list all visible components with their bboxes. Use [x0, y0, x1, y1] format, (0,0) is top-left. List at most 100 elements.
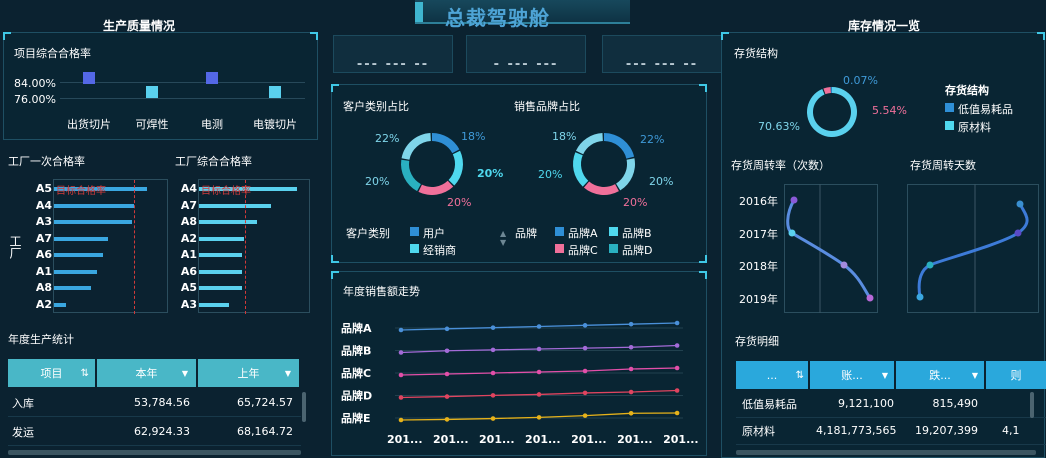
column-header-drop[interactable]: 跌... ▼	[896, 361, 986, 389]
customer-pie-label: 18%	[461, 130, 486, 143]
pass-rate-marker	[269, 86, 281, 98]
trend-point	[444, 348, 450, 354]
factory-total-category: A8	[180, 215, 197, 228]
pass-rate-marker	[146, 86, 158, 98]
factory-first-bar	[54, 203, 135, 208]
factory-total-bar	[199, 236, 244, 241]
factory-first-bar	[54, 236, 108, 241]
annual-table-scrollbar[interactable]	[302, 392, 306, 422]
customer-legend-label[interactable]: 经销商	[423, 242, 456, 258]
trend-point	[628, 410, 634, 416]
table-row[interactable]: 低值易耗品 9,121,100 815,490	[736, 390, 1046, 418]
trend-x-label: 201...	[571, 433, 607, 446]
annual-table-hscrollbar[interactable]	[8, 450, 301, 455]
factory-first-category: A3	[35, 215, 52, 228]
kpi-card-2: - --- ---	[466, 35, 586, 73]
factory-first-bar	[54, 302, 66, 307]
structure-legend-label[interactable]: 低值易耗品	[958, 101, 1013, 117]
factory-total-bar	[199, 302, 229, 307]
column-header-last-year[interactable]: 上年 ▼	[198, 359, 301, 387]
sort-icon[interactable]: ⇅	[796, 370, 804, 381]
factory-first-category: A7	[35, 231, 52, 245]
year-label: 2018年	[739, 260, 778, 273]
pie-slice	[432, 133, 460, 154]
trend-point	[628, 321, 634, 327]
legend-scroll-arrows[interactable]: ▲ ▼	[500, 229, 506, 247]
turnover-rate-chart	[786, 184, 874, 313]
trend-series-label: 品牌E	[341, 411, 371, 425]
trend-point	[398, 372, 404, 378]
trend-point	[398, 417, 404, 423]
factory-first-category: A1	[35, 264, 52, 278]
factory-total-target-label: 目标合格率	[201, 186, 251, 197]
brand-legend-label[interactable]: 品牌C	[568, 242, 598, 258]
customer-legend-label[interactable]: 用户	[423, 225, 445, 241]
dropdown-icon[interactable]: ▼	[182, 369, 188, 378]
pass-rate-ylabel-low: 76.00%	[14, 93, 56, 106]
column-header-name[interactable]: ... ⇅	[736, 361, 810, 389]
customer-legend-title: 客户类别	[346, 227, 390, 240]
brand-legend-label[interactable]: 品牌D	[622, 242, 652, 258]
trend-point	[536, 346, 542, 352]
structure-label: 70.63%	[758, 120, 800, 133]
kpi-card-3: --- --- --	[602, 35, 722, 73]
trend-series-label: 品牌A	[341, 321, 372, 335]
structure-label: 0.07%	[843, 74, 878, 87]
inventory-structure-donut	[807, 87, 857, 137]
column-header-this-year[interactable]: 本年 ▼	[97, 359, 198, 387]
brand-legend-label[interactable]: 品牌A	[568, 225, 598, 241]
factory-total-target-line	[245, 180, 246, 314]
trend-point	[490, 325, 496, 330]
table-row[interactable]: 原材料 4,181,773,565 19,207,399 4,1	[736, 417, 1046, 445]
table-row[interactable]: 发运 62,924.33 68,164.72	[8, 418, 301, 446]
detail-table-scrollbar[interactable]	[1030, 392, 1034, 418]
annual-table-header: 项目 ⇅ 本年 ▼ 上年 ▼	[8, 359, 301, 387]
sort-icon[interactable]: ⇅	[81, 368, 89, 379]
pass-rate-title: 项目综合合格率	[14, 47, 91, 60]
pie-slice	[583, 181, 619, 195]
turnover-days-point	[926, 261, 934, 269]
detail-table-header: ... ⇅ 账... ▼ 跌... ▼ 则	[736, 361, 1046, 389]
column-header-item[interactable]: 项目 ⇅	[8, 359, 97, 387]
pie-slice	[823, 87, 831, 95]
factory-total-category: A7	[180, 198, 197, 212]
inventory-detail-title: 存货明细	[735, 335, 779, 348]
turnover-days-point	[1016, 200, 1024, 208]
dropdown-icon[interactable]: ▼	[882, 371, 888, 380]
structure-legend-swatch	[945, 121, 954, 130]
column-header-extra[interactable]: 则	[986, 361, 1046, 389]
pass-rate-ylabel-high: 84.00%	[14, 77, 56, 90]
structure-legend-label[interactable]: 原材料	[958, 119, 991, 135]
dropdown-icon[interactable]: ▼	[972, 371, 978, 380]
trend-point	[536, 324, 542, 329]
pass-rate-gridline	[60, 82, 305, 83]
trend-point	[444, 371, 450, 377]
factory-first-category: A4	[35, 198, 52, 212]
brand-pie-label: 22%	[640, 133, 665, 146]
annual-production-title: 年度生产统计	[8, 333, 74, 346]
trend-x-label: 201...	[479, 433, 515, 446]
pass-rate-label: 电测	[201, 118, 223, 131]
customer-pie-label: 20%	[477, 167, 504, 180]
factory-first-bar	[54, 220, 133, 224]
brand-pie-label: 20%	[649, 175, 674, 188]
factory-total-category: A6	[180, 264, 197, 278]
trend-point	[628, 344, 634, 350]
trend-x-label: 201...	[387, 433, 423, 446]
customer-pie-label: 20%	[365, 175, 390, 188]
brand-pie-label: 20%	[538, 168, 563, 181]
factory-total-category: A5	[180, 281, 197, 294]
dropdown-icon[interactable]: ▼	[285, 369, 291, 378]
turnover-rate-point	[788, 229, 796, 237]
column-header-book[interactable]: 账... ▼	[810, 361, 896, 389]
detail-table-hscrollbar[interactable]	[736, 450, 1036, 455]
pie-slice	[830, 87, 832, 94]
turnover-days-point	[916, 293, 924, 301]
trend-point	[490, 393, 496, 398]
year-label: 2017年	[739, 228, 778, 241]
turnover-days-line	[917, 203, 1029, 298]
trend-point	[398, 350, 404, 355]
year-label: 2016年	[739, 195, 778, 208]
brand-legend-label[interactable]: 品牌B	[622, 225, 652, 241]
table-row[interactable]: 入库 53,784.56 65,724.57	[8, 389, 301, 417]
